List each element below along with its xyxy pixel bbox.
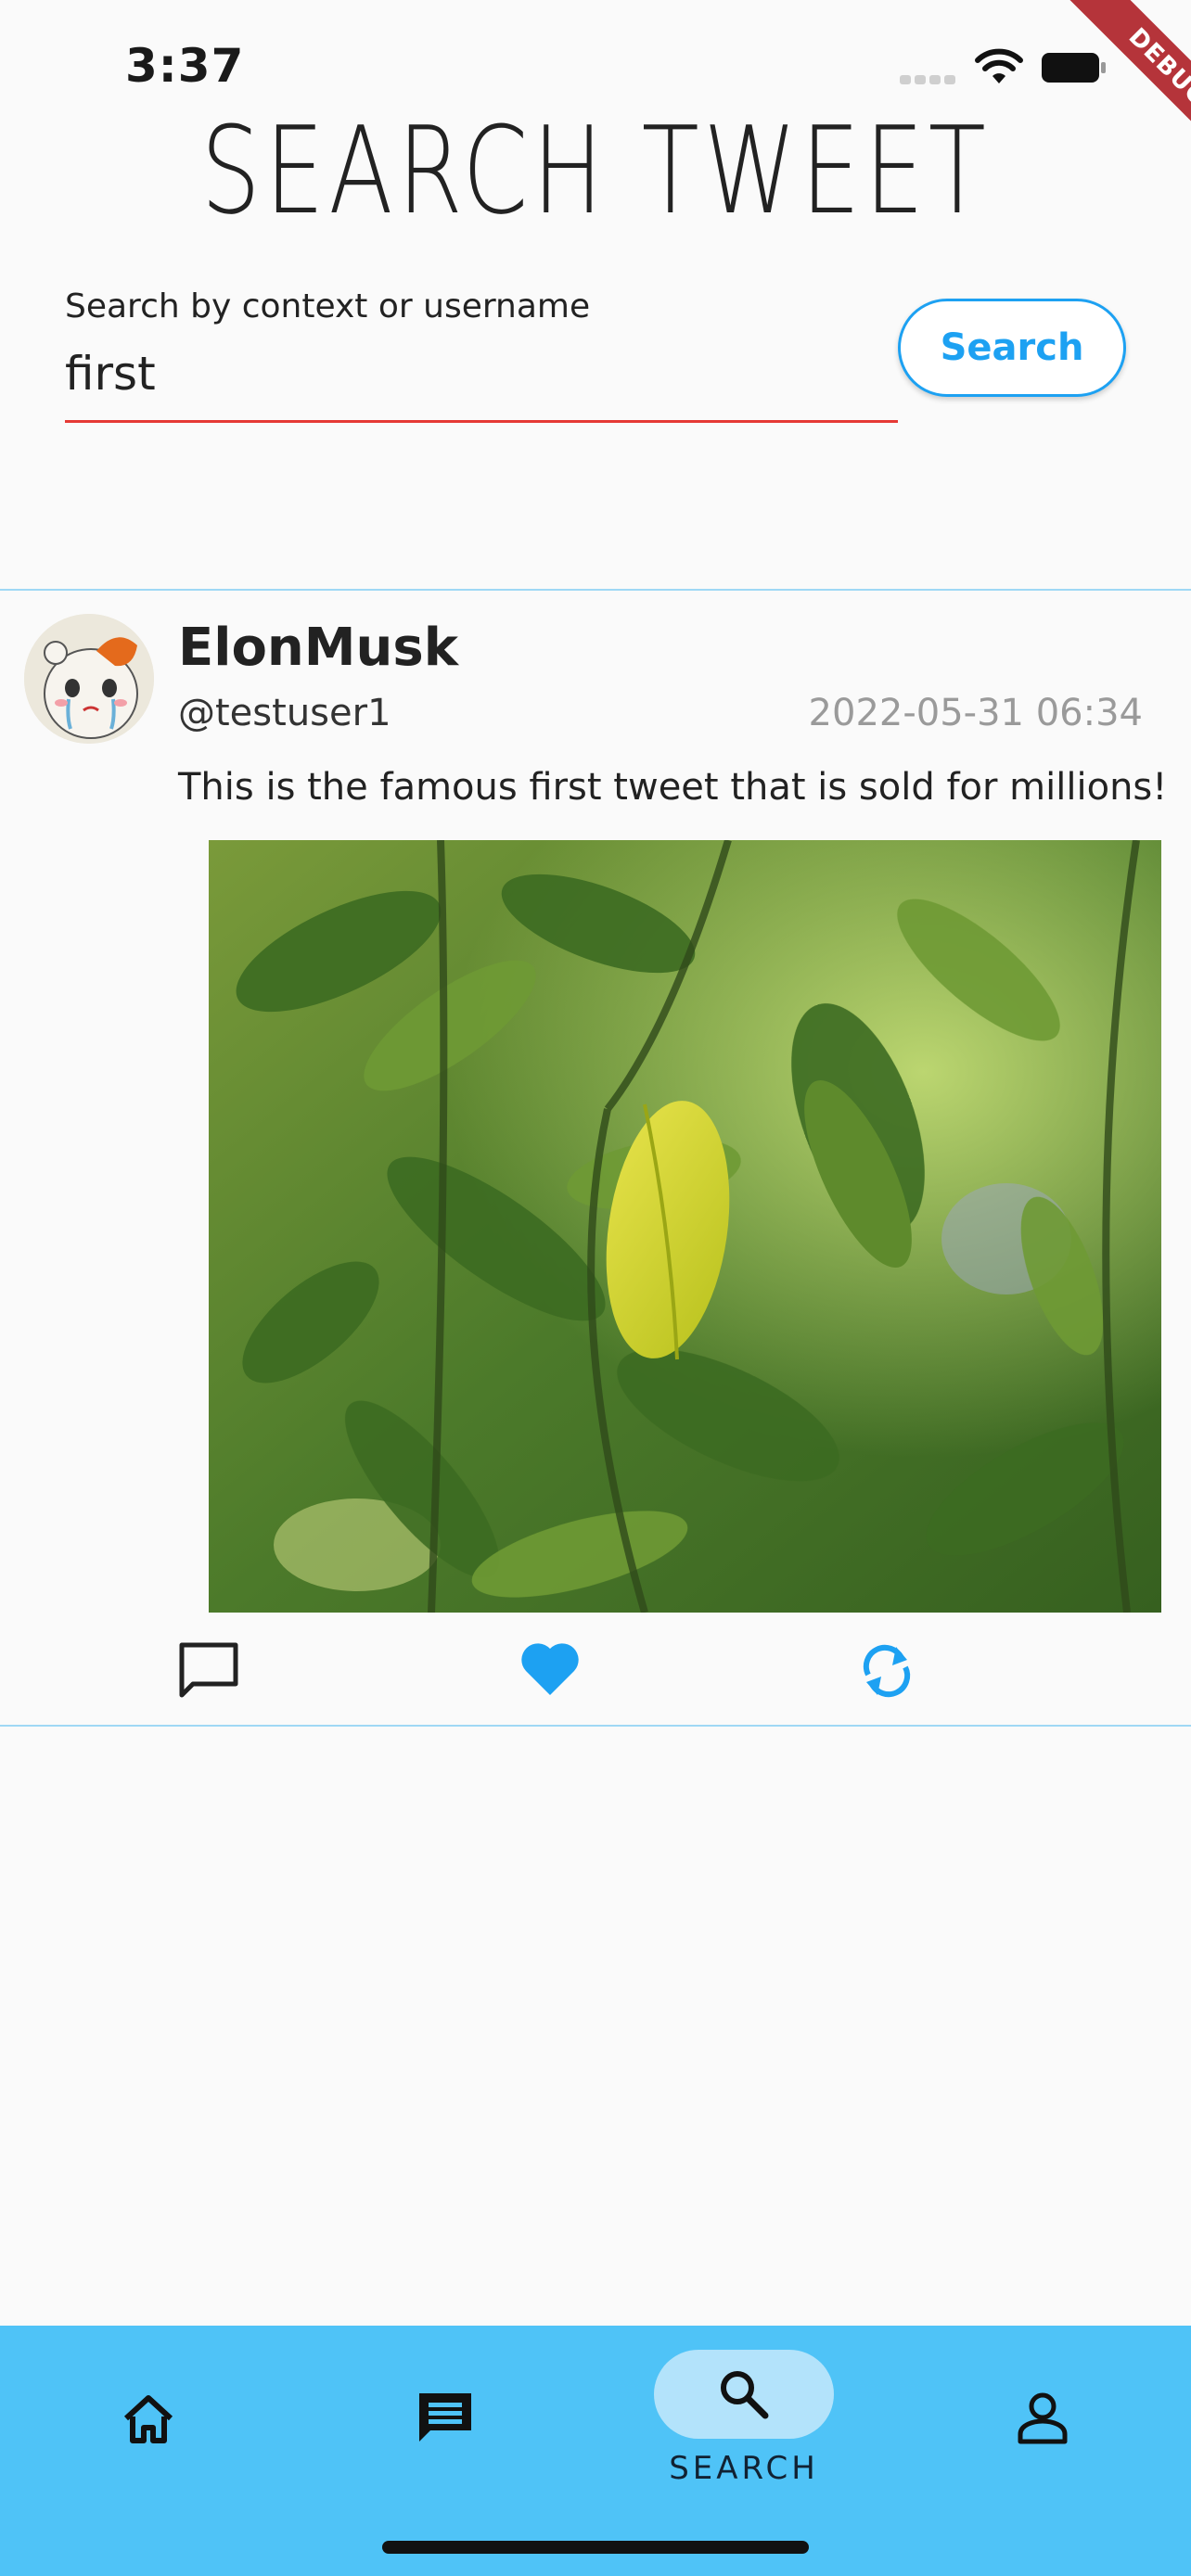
- search-icon: [721, 2371, 769, 2419]
- retweet-icon[interactable]: [853, 1638, 920, 1704]
- nav-item-profile[interactable]: [987, 2326, 1098, 2511]
- avatar[interactable]: [24, 614, 154, 744]
- tweet-author-handle[interactable]: @testuser1: [178, 692, 391, 734]
- hamster-avatar-icon: [24, 614, 154, 744]
- leaves-photo: [209, 840, 1161, 1613]
- search-input[interactable]: [65, 326, 898, 423]
- message-icon: [419, 2393, 471, 2442]
- profile-icon: [1018, 2392, 1068, 2444]
- page-title: SEARCH TWEET: [200, 100, 991, 241]
- nav-item-search[interactable]: SEARCH: [651, 2326, 837, 2511]
- tweet-image[interactable]: [209, 840, 1161, 1613]
- home-indicator: [382, 2541, 809, 2554]
- tweet-text: This is the famous first tweet that is s…: [178, 766, 1168, 809]
- tweet-divider-top: [0, 589, 1191, 591]
- nav-item-messages[interactable]: [390, 2326, 501, 2511]
- nav-search-active-indicator: [654, 2350, 834, 2439]
- home-icon: [123, 2395, 173, 2443]
- status-time: 3:37: [125, 39, 245, 93]
- heart-icon[interactable]: [518, 1638, 583, 1699]
- tweet-timestamp: 2022-05-31 06:34: [808, 692, 1143, 734]
- wifi-icon: [975, 48, 1023, 83]
- search-field-label: Search by context or username: [65, 287, 591, 325]
- nav-search-label: SEARCH: [669, 2450, 819, 2487]
- debug-banner-label: DEBUG: [1054, 0, 1191, 167]
- comment-icon[interactable]: [176, 1639, 241, 1701]
- tweet-author-name[interactable]: ElonMusk: [178, 618, 458, 678]
- cellular-signal-icon: [900, 70, 959, 84]
- search-button[interactable]: Search: [898, 299, 1126, 397]
- nav-item-home[interactable]: [93, 2326, 204, 2511]
- tweet-divider-bottom: [0, 1725, 1191, 1727]
